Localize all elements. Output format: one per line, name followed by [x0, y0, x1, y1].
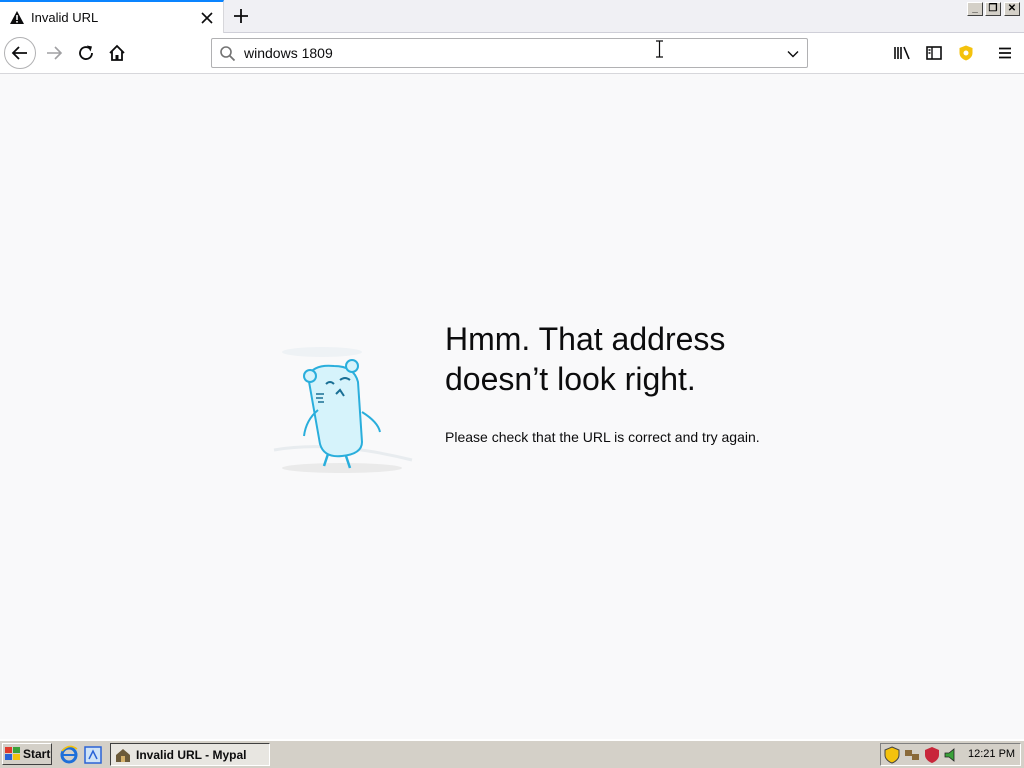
- shield-icon: [959, 45, 973, 61]
- tab-invalid-url[interactable]: Invalid URL: [0, 0, 224, 33]
- mypal-icon: [116, 748, 130, 762]
- sidebar-icon: [926, 46, 942, 60]
- start-button[interactable]: Start: [2, 743, 52, 765]
- internet-explorer-icon[interactable]: [59, 745, 79, 765]
- tray-volume-icon[interactable]: [943, 746, 961, 764]
- back-button[interactable]: [4, 37, 36, 69]
- library-icon: [894, 46, 910, 60]
- clock: 12:21 PM: [968, 748, 1016, 760]
- error-heading-line1: Hmm. That address: [445, 321, 726, 357]
- url-bar[interactable]: [211, 38, 808, 68]
- forward-icon: [47, 46, 63, 60]
- tray-shield-icon[interactable]: [883, 746, 901, 764]
- menu-icon: [999, 47, 1011, 59]
- warning-icon: [10, 11, 24, 24]
- tray-network-icon[interactable]: [903, 746, 921, 764]
- error-heading: Hmm. That address doesn’t look right.: [445, 319, 865, 399]
- taskbar: Start Invalid URL - Mypal 12:21 PM: [0, 739, 1024, 768]
- error-heading-line2: doesn’t look right.: [445, 361, 696, 397]
- show-desktop-icon[interactable]: [83, 745, 103, 765]
- start-label: Start: [23, 747, 51, 761]
- error-description: Please check that the URL is correct and…: [445, 429, 760, 445]
- new-tab-icon[interactable]: [230, 5, 252, 27]
- sidebar-button[interactable]: [920, 39, 948, 67]
- taskbar-item-label: Invalid URL - Mypal: [136, 747, 247, 762]
- close-tab-icon[interactable]: [199, 10, 215, 26]
- back-icon: [11, 46, 27, 60]
- reload-button[interactable]: [72, 39, 100, 67]
- minimize-button[interactable]: _: [967, 2, 983, 16]
- text-cursor-icon: [656, 40, 663, 58]
- taskbar-item-mypal[interactable]: Invalid URL - Mypal: [110, 743, 270, 766]
- extension-button[interactable]: [952, 39, 980, 67]
- tray-security-icon[interactable]: [923, 746, 941, 764]
- windows-logo-icon: [5, 747, 20, 760]
- home-button[interactable]: [103, 39, 131, 67]
- close-window-button[interactable]: ✕: [1004, 2, 1020, 16]
- reload-icon: [79, 45, 93, 60]
- restore-button[interactable]: ❐: [985, 2, 1001, 16]
- error-illustration: [273, 347, 413, 473]
- nav-toolbar: [0, 33, 1024, 74]
- search-icon: [220, 46, 236, 62]
- error-page: Hmm. That address doesn’t look right. Pl…: [0, 75, 1024, 739]
- home-icon: [109, 44, 125, 61]
- system-tray: 12:21 PM: [880, 743, 1021, 766]
- tab-strip: Invalid URL _ ❐ ✕: [0, 0, 1024, 33]
- dropdown-icon[interactable]: [786, 47, 800, 61]
- menu-button[interactable]: [991, 39, 1019, 67]
- tab-title: Invalid URL: [31, 10, 99, 25]
- library-button[interactable]: [888, 39, 916, 67]
- url-input[interactable]: [244, 43, 764, 63]
- forward-button[interactable]: [40, 39, 68, 67]
